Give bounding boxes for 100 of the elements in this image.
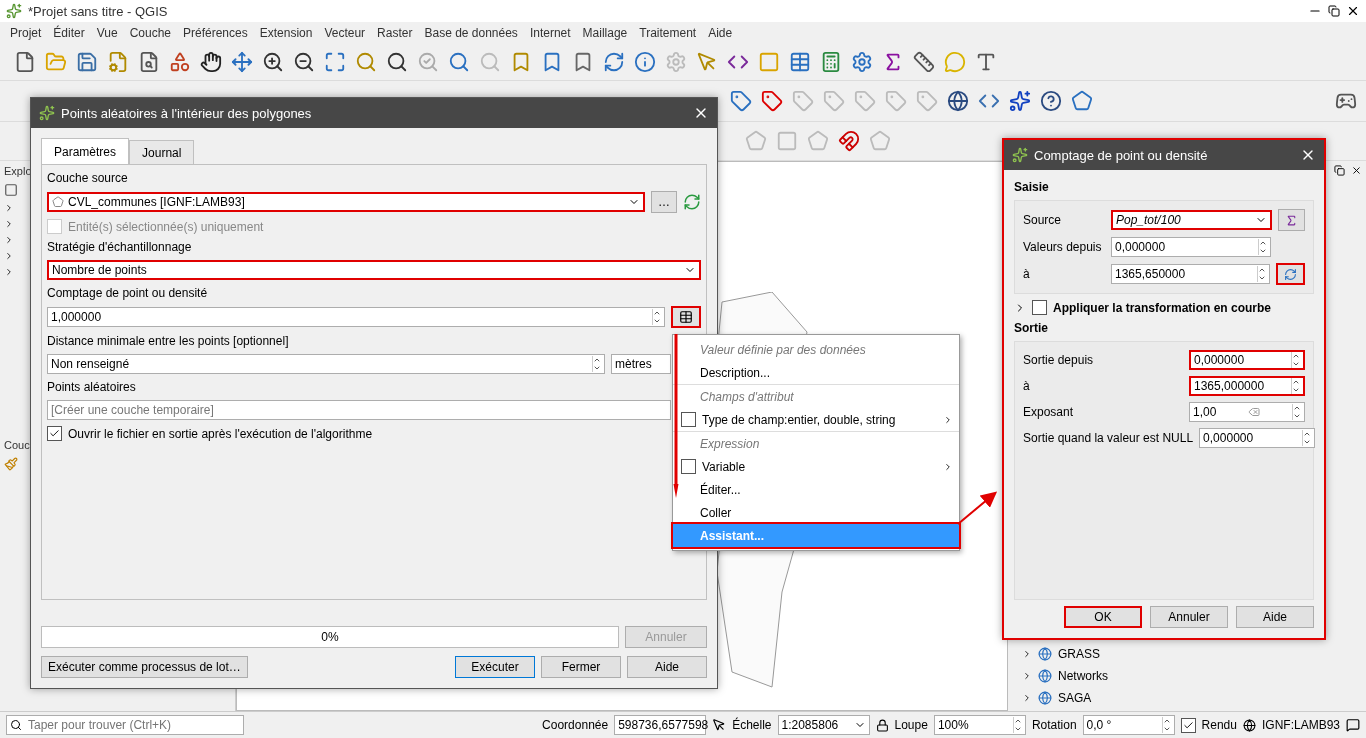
layer-dropdown[interactable]: CVL_communes [IGNF:LAMB93] — [47, 192, 645, 212]
pointer-icon[interactable] — [712, 718, 727, 732]
spin-arrows-icon[interactable] — [1258, 239, 1267, 255]
dialog-button[interactable]: Annuler — [1150, 606, 1228, 628]
messages-icon[interactable] — [1346, 718, 1360, 732]
float-icon[interactable] — [1334, 165, 1345, 176]
search-field[interactable]: Taper pour trouver (Ctrl+K) — [6, 715, 244, 735]
strategy-dropdown[interactable]: Nombre de points — [47, 260, 701, 280]
number-field[interactable]: 1365,650000 — [1111, 264, 1270, 284]
dialog-button[interactable]: Aide — [627, 656, 707, 678]
tree-item[interactable]: GRASS — [1058, 647, 1100, 661]
number-field[interactable]: 1365,000000 — [1189, 376, 1305, 396]
menu-item[interactable]: Description... — [673, 361, 959, 384]
clear-icon[interactable] — [1248, 406, 1261, 418]
document-search-icon[interactable] — [138, 51, 160, 73]
menu-item[interactable]: Couche — [123, 26, 177, 40]
iterate-icon[interactable] — [683, 193, 701, 211]
count-field[interactable]: 1,000000 — [47, 307, 665, 327]
checkbox[interactable] — [681, 412, 696, 427]
number-field[interactable]: 0,000000 — [1189, 350, 1305, 370]
gear-icon[interactable] — [851, 51, 873, 73]
dialog-button[interactable]: OK — [1064, 606, 1142, 628]
checkbox[interactable] — [681, 459, 696, 474]
globe-icon[interactable] — [947, 90, 969, 112]
rotation-field[interactable]: 0,0 ° — [1082, 715, 1175, 735]
expression-dropdown[interactable]: Pop_tot/100 — [1111, 210, 1272, 230]
sparkle-icon[interactable] — [1009, 90, 1031, 112]
refresh-button[interactable] — [1276, 263, 1305, 285]
search-icon[interactable] — [386, 51, 408, 73]
file-icon[interactable] — [14, 51, 36, 73]
hand-icon[interactable] — [200, 51, 222, 73]
spin-arrows-icon[interactable] — [1012, 717, 1022, 733]
browse-button[interactable]: … — [651, 191, 677, 213]
menu-item[interactable]: Extension — [253, 26, 319, 40]
scale-field[interactable]: 1:2085806 — [777, 715, 870, 735]
tree-item[interactable]: SAGA — [1058, 691, 1092, 705]
spin-arrows-icon[interactable] — [1291, 378, 1300, 394]
menu-item[interactable]: Internet — [523, 26, 577, 40]
dialog-button[interactable]: Exécuter — [455, 656, 535, 678]
dialog-button[interactable]: Aide — [1236, 606, 1314, 628]
lock-icon[interactable] — [875, 718, 889, 732]
menu-item[interactable]: Variable — [673, 455, 959, 478]
table-icon[interactable] — [789, 51, 811, 73]
label-icon[interactable] — [730, 90, 752, 112]
menu-item[interactable]: Éditer — [47, 26, 91, 40]
refresh-icon[interactable] — [603, 51, 625, 73]
globe-icon[interactable] — [1242, 718, 1256, 732]
checkbox[interactable] — [47, 426, 62, 441]
spin-arrows-icon[interactable] — [1292, 404, 1301, 420]
document-gear-icon[interactable] — [107, 51, 129, 73]
data-defined-button[interactable] — [671, 306, 701, 328]
number-field[interactable]: 1,00 — [1189, 402, 1305, 422]
menu-item[interactable]: Vue — [90, 26, 124, 40]
menu-item[interactable]: Traitement — [633, 26, 703, 40]
magnifier-field[interactable]: 100% — [933, 715, 1026, 735]
magnet-icon[interactable] — [838, 130, 860, 152]
menu-item[interactable]: Éditer... — [673, 478, 959, 501]
checkbox[interactable] — [1032, 300, 1047, 315]
spin-arrows-icon[interactable] — [1291, 352, 1300, 368]
calculator-icon[interactable] — [820, 51, 842, 73]
number-field[interactable]: 0,000000 — [1111, 237, 1271, 257]
info-icon[interactable] — [634, 51, 656, 73]
label-icon[interactable] — [761, 90, 783, 112]
distance-field[interactable]: Non renseigné — [47, 354, 605, 374]
menu-item[interactable]: Maillage — [576, 26, 634, 40]
expression-button[interactable] — [1278, 209, 1305, 231]
tab[interactable]: Journal — [129, 140, 195, 165]
menu-item[interactable]: Vecteur — [318, 26, 372, 40]
brush-icon[interactable] — [4, 457, 18, 471]
menu-item[interactable]: Coller — [673, 501, 959, 524]
menu-item[interactable]: Projet — [4, 26, 48, 40]
restore-icon[interactable] — [1328, 5, 1340, 17]
menu-item[interactable]: Préférences — [177, 26, 254, 40]
spin-arrows-icon[interactable] — [592, 356, 601, 372]
help-icon[interactable] — [1040, 90, 1062, 112]
tab[interactable]: Paramètres — [41, 138, 130, 165]
text-icon[interactable] — [975, 51, 997, 73]
zoom-out-icon[interactable] — [293, 51, 315, 73]
ruler-icon[interactable] — [913, 51, 935, 73]
number-field[interactable]: 0,000000 — [1199, 428, 1316, 448]
spin-arrows-icon[interactable] — [1257, 266, 1266, 282]
polygon-icon[interactable] — [1071, 90, 1093, 112]
spin-arrows-icon[interactable] — [1161, 717, 1171, 733]
crs-button[interactable]: IGNF:LAMB93 — [1261, 718, 1340, 732]
coordinate-field[interactable]: 598736,6577598 — [614, 715, 707, 735]
output-field[interactable]: [Créer une couche temporaire] — [47, 400, 671, 420]
unit-dropdown[interactable]: mètres — [611, 354, 671, 374]
save-icon[interactable] — [76, 51, 98, 73]
tree-item[interactable]: Networks — [1058, 669, 1108, 683]
menu-item[interactable]: Aide — [702, 26, 739, 40]
zoom-in-icon[interactable] — [262, 51, 284, 73]
dialog-button[interactable]: Fermer — [541, 656, 621, 678]
move-icon[interactable] — [231, 51, 253, 73]
spin-arrows-icon[interactable] — [652, 309, 661, 325]
close-icon[interactable] — [1346, 4, 1360, 18]
close-icon[interactable] — [1351, 165, 1362, 176]
shapes-icon[interactable] — [169, 51, 191, 73]
menu-item[interactable]: Base de données — [418, 26, 524, 40]
menu-item[interactable]: Raster — [371, 26, 419, 40]
zoom-extent-icon[interactable] — [324, 51, 346, 73]
